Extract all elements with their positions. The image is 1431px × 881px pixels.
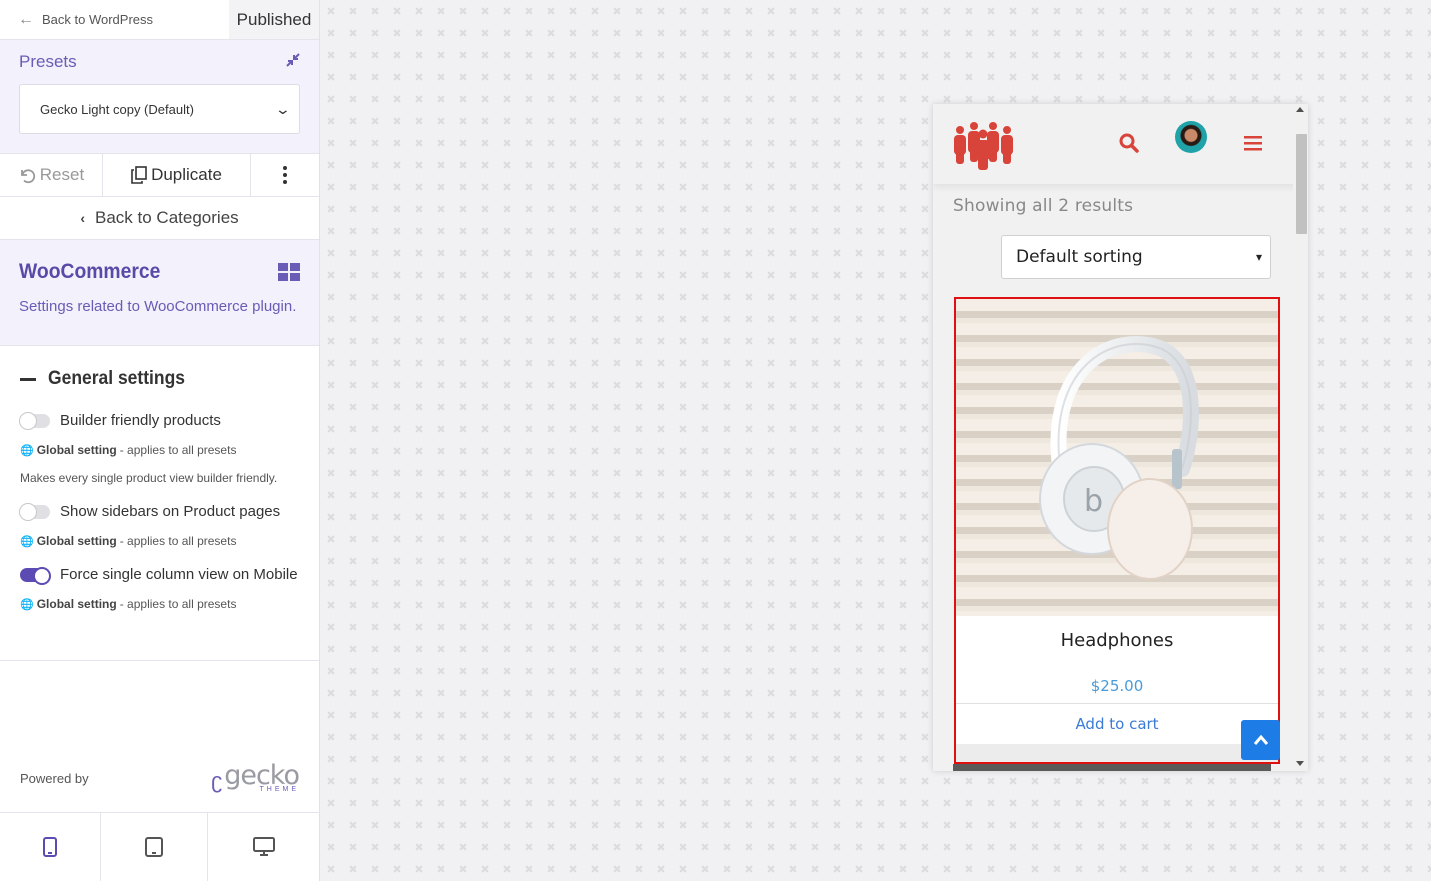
- device-switcher: [0, 812, 320, 881]
- global-setting-note: 🌐 Global setting - applies to all preset…: [20, 534, 299, 548]
- arrow-left-icon: ←: [18, 10, 34, 28]
- chevron-left-icon: ‹: [80, 210, 86, 226]
- scrollbar-thumb[interactable]: [1296, 134, 1307, 234]
- chevron-down-icon: ⌄: [274, 100, 292, 117]
- avatar[interactable]: [1175, 121, 1207, 153]
- more-options-button[interactable]: [251, 154, 319, 196]
- sorting-select[interactable]: Default sorting ▾: [1001, 235, 1271, 279]
- woocommerce-section-header: WooCommerce Settings related to WooComme…: [0, 240, 319, 346]
- global-setting-note: 🌐 Global setting - applies to all preset…: [20, 597, 299, 611]
- powered-by-label: Powered by: [20, 771, 89, 787]
- tablet-icon: [145, 837, 163, 857]
- globe-icon: 🌐: [20, 598, 34, 611]
- scroll-to-top-button[interactable]: [1241, 720, 1280, 760]
- product-price: $25.00: [1090, 677, 1144, 695]
- preset-actions: Reset Duplicate: [0, 154, 319, 197]
- mobile-preview-frame: Showing all 2 results Default sorting ▾ …: [933, 104, 1308, 771]
- setting-label: Show sidebars on Product pages: [60, 503, 281, 520]
- presets-title: Presets: [19, 52, 77, 71]
- site-header: [933, 104, 1308, 184]
- more-vertical-icon: [283, 166, 287, 184]
- reset-button[interactable]: Reset: [0, 154, 103, 196]
- setting-label: Force single column view on Mobile: [60, 566, 298, 583]
- gecko-brand-sub: THEME: [259, 785, 299, 793]
- published-status[interactable]: Published: [229, 0, 319, 39]
- gecko-brand-word: gecko: [224, 760, 300, 791]
- general-settings-toggle[interactable]: General settings: [20, 368, 299, 390]
- setting-force-single-column: Force single column view on Mobile 🌐 Glo…: [20, 566, 299, 611]
- duplicate-button[interactable]: Duplicate: [103, 154, 251, 196]
- setting-show-sidebars: Show sidebars on Product pages 🌐 Global …: [19, 502, 299, 548]
- collapse-icon[interactable]: [286, 53, 300, 71]
- back-to-wordpress-link[interactable]: ← Back to WordPress: [0, 0, 229, 39]
- device-desktop-button[interactable]: [208, 813, 320, 881]
- device-tablet-button[interactable]: [101, 813, 208, 881]
- mobile-icon: [43, 837, 57, 857]
- desktop-icon: [253, 837, 275, 856]
- product-image[interactable]: b: [956, 299, 1278, 616]
- back-to-wordpress-label: Back to WordPress: [42, 12, 154, 27]
- builder-friendly-toggle[interactable]: [19, 411, 50, 430]
- global-note-text: - applies to all presets: [119, 443, 237, 457]
- preset-select-value: Gecko Light copy (Default): [40, 101, 194, 117]
- card-footer-strip: [956, 744, 1278, 762]
- chevron-up-icon: [1253, 734, 1268, 745]
- undo-icon: [20, 169, 35, 184]
- setting-label: Builder friendly products: [60, 412, 221, 429]
- general-settings-title: General settings: [48, 368, 185, 389]
- globe-icon: 🌐: [20, 535, 34, 548]
- gecko-mark-icon: ʗ: [211, 768, 223, 794]
- global-note-bold: Global setting: [36, 534, 117, 548]
- add-to-cart-button[interactable]: Add to cart: [956, 703, 1278, 744]
- device-mobile-button[interactable]: [0, 813, 101, 881]
- back-to-categories-link[interactable]: ‹ Back to Categories: [0, 197, 319, 240]
- powered-by: Powered by ʗ gecko THEME: [20, 760, 300, 794]
- duplicate-label: Duplicate: [151, 165, 222, 184]
- setting-description: Makes every single product view builder …: [20, 471, 278, 485]
- global-note-text: - applies to all presets: [119, 534, 237, 548]
- customizer-sidebar: ← Back to WordPress Published Presets Ge…: [0, 0, 320, 881]
- sidebar-topbar: ← Back to WordPress Published: [0, 0, 319, 40]
- show-sidebars-toggle[interactable]: [19, 502, 50, 521]
- preset-select[interactable]: Gecko Light copy (Default) ⌄: [19, 84, 300, 134]
- presets-panel: Presets Gecko Light copy (Default) ⌄: [0, 40, 319, 154]
- gecko-logo[interactable]: ʗ gecko THEME: [211, 760, 300, 794]
- back-to-categories-label: Back to Categories: [95, 208, 239, 227]
- global-setting-note: 🌐 Global setting - applies to all preset…: [20, 443, 299, 457]
- scroll-up-arrow-icon[interactable]: [1296, 107, 1304, 112]
- sorting-value: Default sorting: [1016, 247, 1143, 267]
- force-single-column-toggle[interactable]: [20, 566, 51, 585]
- general-settings-group: General settings Builder friendly produc…: [0, 346, 319, 661]
- globe-icon: 🌐: [20, 444, 34, 457]
- hamburger-menu-icon[interactable]: [1244, 135, 1262, 156]
- search-icon[interactable]: [1119, 133, 1139, 158]
- minus-icon: [20, 377, 36, 381]
- global-note-text: - applies to all presets: [119, 597, 237, 611]
- global-note-bold: Global setting: [36, 597, 117, 611]
- product-card[interactable]: b Headphones $25.00 Add to cart: [954, 297, 1280, 764]
- next-product-edge: [953, 764, 1271, 771]
- site-logo-icon[interactable]: [952, 118, 1014, 175]
- reset-label: Reset: [39, 165, 85, 184]
- copy-icon: [131, 166, 147, 184]
- result-count: Showing all 2 results: [953, 196, 1134, 216]
- setting-builder-friendly: Builder friendly products 🌐 Global setti…: [19, 411, 299, 485]
- global-note-bold: Global setting: [36, 443, 117, 457]
- product-title[interactable]: Headphones: [956, 630, 1278, 651]
- preview-scrollbar[interactable]: [1293, 104, 1308, 771]
- section-description: Settings related to WooCommerce plugin.: [19, 298, 297, 315]
- grid-icon: [278, 263, 300, 281]
- svg-text:b: b: [1084, 484, 1103, 519]
- scroll-down-arrow-icon[interactable]: [1296, 761, 1304, 766]
- chevron-down-icon: ▾: [1255, 250, 1262, 264]
- section-title: WooCommerce: [19, 260, 161, 283]
